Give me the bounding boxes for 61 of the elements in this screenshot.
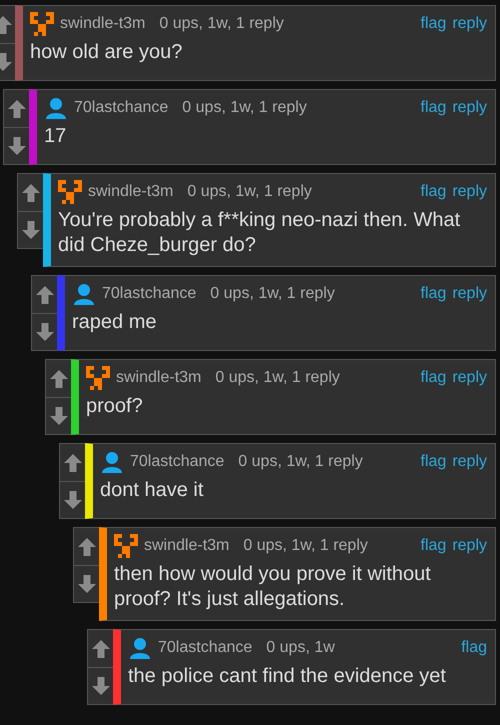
comment-action-link[interactable]: flag [420, 285, 446, 303]
username[interactable]: 70lastchance [102, 285, 196, 303]
comment-text: raped me [72, 310, 158, 335]
comment-action-link[interactable]: reply [452, 15, 487, 33]
comment-text: You're probably a f**king neo-nazi then. What did Cheze_burger do? [58, 208, 462, 258]
username[interactable]: 70lastchance [74, 99, 168, 117]
comment-action-link[interactable]: flag [420, 183, 446, 201]
comment-meta: 0 ups, 1w, 1 reply [210, 285, 335, 303]
down-arrow-icon [90, 676, 110, 696]
up-arrow-icon [34, 284, 54, 304]
comment-action-link[interactable]: reply [452, 537, 487, 555]
comment-text: proof? [86, 394, 144, 419]
down-arrow-icon [62, 490, 82, 510]
up-arrow-icon [48, 368, 68, 388]
up-arrow-icon [90, 638, 110, 658]
comment-action-link[interactable]: flag [420, 15, 446, 33]
comment-meta: 0 ups, 1w, 1 reply [187, 183, 312, 201]
user-avatar-icon [100, 450, 124, 474]
user-avatar-icon [72, 282, 96, 306]
comment-text: how old are you? [30, 40, 184, 65]
down-arrow-icon [76, 574, 96, 594]
comment-meta: 0 ups, 1w, 1 reply [182, 99, 307, 117]
username[interactable]: swindle-t3m [88, 183, 174, 201]
up-arrow-icon [62, 452, 82, 472]
up-arrow-icon [76, 536, 96, 556]
comment-meta: 0 ups, 1w, 1 reply [215, 369, 340, 387]
comment-meta: 0 ups, 1w, 1 reply [243, 537, 368, 555]
comment-meta: 0 ups, 1w [266, 639, 335, 657]
comment-action-link[interactable]: flag [420, 99, 446, 117]
down-arrow-icon [6, 136, 26, 156]
username[interactable]: swindle-t3m [144, 537, 230, 555]
pixel-avatar-icon [86, 366, 110, 390]
comment-meta: 0 ups, 1w, 1 reply [159, 15, 284, 33]
comment-action-link[interactable]: flag [461, 639, 487, 657]
comment-action-link[interactable]: reply [452, 285, 487, 303]
comment-action-link[interactable]: flag [420, 453, 446, 471]
comment-action-link[interactable]: reply [452, 453, 487, 471]
comment-meta: 0 ups, 1w, 1 reply [238, 453, 363, 471]
comment-action-link[interactable]: reply [452, 369, 487, 387]
down-arrow-icon [20, 220, 40, 240]
comment-text: dont have it [100, 478, 204, 503]
up-arrow-icon [6, 98, 26, 118]
comment-action-link[interactable]: reply [452, 183, 487, 201]
comment-action-link[interactable]: flag [420, 369, 446, 387]
user-avatar-icon [128, 636, 152, 660]
comment-action-link[interactable]: reply [452, 99, 487, 117]
user-avatar-icon [44, 96, 68, 120]
username[interactable]: 70lastchance [130, 453, 224, 471]
comment-text: 17 [44, 124, 68, 149]
username[interactable]: swindle-t3m [60, 15, 146, 33]
pixel-avatar-icon [30, 12, 54, 36]
down-arrow-icon [48, 406, 68, 426]
up-arrow-icon [20, 182, 40, 202]
pixel-avatar-icon [58, 180, 82, 204]
down-arrow-icon [34, 322, 54, 342]
username[interactable]: swindle-t3m [116, 369, 202, 387]
comment-text: the police cant find the evidence yet [128, 664, 447, 689]
comment-text: then how would you prove it without proof? It's just allegations. [114, 562, 432, 612]
pixel-avatar-icon [114, 534, 138, 558]
comment-action-link[interactable]: flag [420, 537, 446, 555]
username[interactable]: 70lastchance [158, 639, 252, 657]
